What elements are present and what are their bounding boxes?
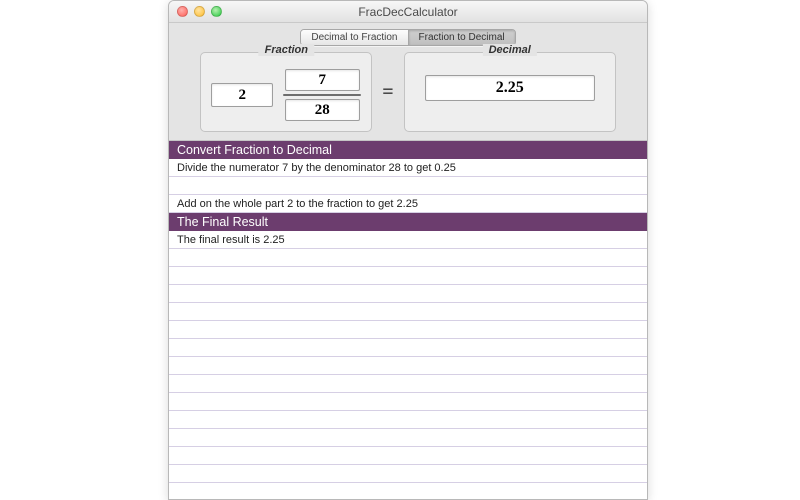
equals-label: = xyxy=(380,52,395,132)
tab-decimal-to-fraction[interactable]: Decimal to Fraction xyxy=(301,30,407,45)
minimize-icon[interactable] xyxy=(194,6,205,17)
fraction-panel: Fraction xyxy=(200,52,372,132)
whole-number-field[interactable] xyxy=(211,83,273,107)
step-line: The final result is 2.25 xyxy=(169,231,647,249)
steps-area: Convert Fraction to Decimal Divide the n… xyxy=(169,141,647,499)
step-line-blank xyxy=(169,177,647,195)
section-header-result: The Final Result xyxy=(169,213,647,231)
decimal-field[interactable] xyxy=(425,75,595,101)
fraction-bar-icon xyxy=(283,94,361,96)
section-header-convert: Convert Fraction to Decimal xyxy=(169,141,647,159)
step-line: Divide the numerator 7 by the denominato… xyxy=(169,159,647,177)
decimal-panel: Decimal xyxy=(404,52,616,132)
zoom-icon[interactable] xyxy=(211,6,222,17)
fraction-stack xyxy=(283,69,361,121)
top-section: Decimal to Fraction Fraction to Decimal … xyxy=(169,23,647,141)
app-window: FracDecCalculator Decimal to Fraction Fr… xyxy=(168,0,648,500)
denominator-field[interactable] xyxy=(285,99,360,121)
traffic-lights xyxy=(169,6,222,17)
step-line: Add on the whole part 2 to the fraction … xyxy=(169,195,647,213)
window-title: FracDecCalculator xyxy=(169,5,647,19)
close-icon[interactable] xyxy=(177,6,188,17)
titlebar: FracDecCalculator xyxy=(169,1,647,23)
fraction-label: Fraction xyxy=(259,44,314,56)
numerator-field[interactable] xyxy=(285,69,360,91)
decimal-label: Decimal xyxy=(483,44,537,56)
tab-fraction-to-decimal[interactable]: Fraction to Decimal xyxy=(408,30,515,45)
